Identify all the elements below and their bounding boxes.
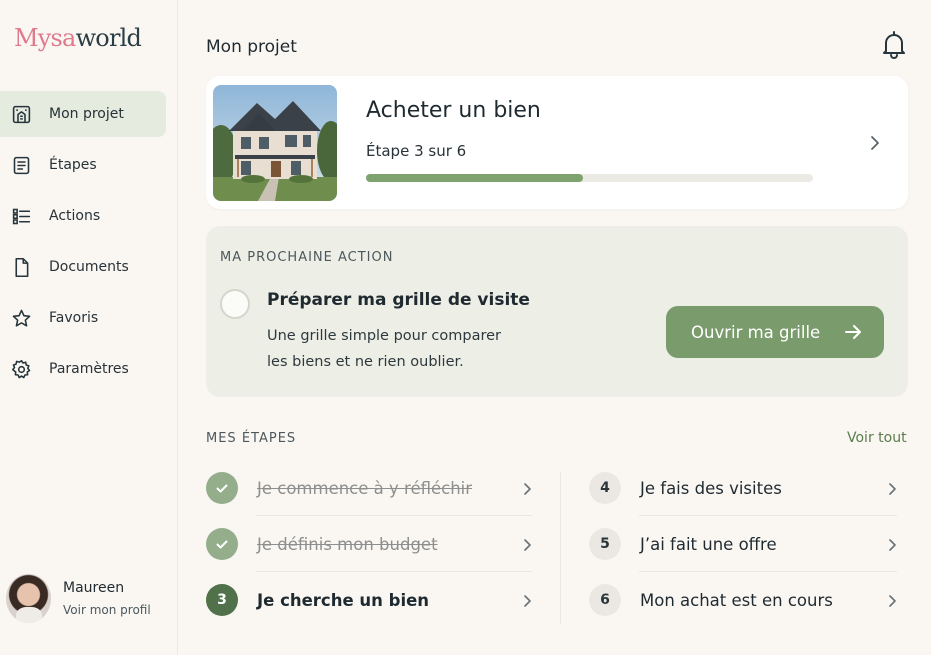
user-profile[interactable]: Maureen Voir mon profil bbox=[6, 574, 151, 623]
document-icon bbox=[10, 256, 32, 278]
step-number-badge: 5 bbox=[589, 528, 621, 560]
sidebar-item-label: Documents bbox=[49, 259, 129, 275]
profile-name: Maureen bbox=[63, 580, 125, 596]
project-progress-bar bbox=[366, 174, 813, 182]
step-row[interactable]: Je commence à y réfléchir bbox=[206, 460, 532, 516]
check-icon bbox=[206, 472, 238, 504]
sidebar-item-label: Étapes bbox=[49, 157, 97, 173]
page-title: Mon projet bbox=[206, 37, 297, 57]
sidebar-item-favoris[interactable]: Favoris bbox=[0, 295, 166, 341]
brand-logo[interactable]: Mysaworld bbox=[14, 24, 142, 52]
step-row[interactable]: 6 Mon achat est en cours bbox=[589, 572, 897, 628]
step-row[interactable]: Je définis mon budget bbox=[206, 516, 532, 572]
project-progress-fill bbox=[366, 174, 583, 182]
chevron-right-icon bbox=[887, 481, 897, 495]
step-row[interactable]: 4 Je fais des visites bbox=[589, 460, 897, 516]
project-step-text: Étape 3 sur 6 bbox=[366, 142, 467, 160]
chevron-right-icon bbox=[522, 537, 532, 551]
sidebar-item-etapes[interactable]: Étapes bbox=[0, 142, 166, 188]
sidebar: Mysaworld Mon projet Étapes Actions Docu… bbox=[0, 0, 178, 655]
house-photo bbox=[213, 85, 337, 201]
brand-logo-part1: Mysa bbox=[14, 24, 76, 52]
star-icon bbox=[10, 307, 32, 329]
steps-divider bbox=[560, 472, 561, 624]
step-label: Mon achat est en cours bbox=[640, 590, 833, 610]
checklist-icon bbox=[10, 154, 32, 176]
step-row[interactable]: 5 J’ai fait une offre bbox=[589, 516, 897, 572]
steps-section-label: MES ÉTAPES bbox=[206, 431, 297, 446]
next-action-title: Préparer ma grille de visite bbox=[267, 290, 530, 310]
arrow-right-icon bbox=[844, 323, 862, 341]
sidebar-item-parametres[interactable]: Paramètres bbox=[0, 346, 166, 392]
sidebar-item-label: Favoris bbox=[49, 310, 99, 326]
project-title: Acheter un bien bbox=[366, 98, 541, 123]
tasks-icon bbox=[10, 205, 32, 227]
chevron-right-icon bbox=[522, 593, 532, 607]
sidebar-item-label: Paramètres bbox=[49, 361, 129, 377]
step-label: Je définis mon budget bbox=[257, 534, 438, 554]
brand-logo-part2: world bbox=[75, 24, 142, 52]
step-label: Je cherche un bien bbox=[257, 590, 430, 610]
action-complete-checkbox[interactable] bbox=[220, 289, 250, 319]
chevron-right-icon bbox=[887, 593, 897, 607]
next-action-card: MA PROCHAINE ACTION Préparer ma grille d… bbox=[206, 226, 908, 397]
chevron-right-icon[interactable] bbox=[868, 134, 882, 152]
step-row[interactable]: 3 Je cherche un bien bbox=[206, 572, 532, 628]
next-action-description: Une grille simple pour comparer les bien… bbox=[267, 328, 502, 370]
chevron-right-icon bbox=[522, 481, 532, 495]
open-grid-button[interactable]: Ouvrir ma grille bbox=[666, 306, 884, 358]
sidebar-item-label: Mon projet bbox=[49, 106, 124, 122]
open-grid-button-label: Ouvrir ma grille bbox=[691, 322, 821, 342]
step-number-badge: 3 bbox=[206, 584, 238, 616]
sidebar-item-label: Actions bbox=[49, 208, 101, 224]
check-icon bbox=[206, 528, 238, 560]
step-label: J’ai fait une offre bbox=[640, 534, 777, 554]
step-number-badge: 4 bbox=[589, 472, 621, 504]
sidebar-nav: Mon projet Étapes Actions Documents Favo… bbox=[0, 91, 166, 397]
see-all-link[interactable]: Voir tout bbox=[847, 430, 907, 446]
sidebar-item-documents[interactable]: Documents bbox=[0, 244, 166, 290]
project-card[interactable]: Acheter un bien Étape 3 sur 6 bbox=[206, 76, 908, 209]
step-number-badge: 6 bbox=[589, 584, 621, 616]
step-label: Je fais des visites bbox=[640, 478, 782, 498]
sidebar-item-actions[interactable]: Actions bbox=[0, 193, 166, 239]
gear-icon bbox=[10, 358, 32, 380]
sidebar-item-mon-projet[interactable]: Mon projet bbox=[0, 91, 166, 137]
bell-icon[interactable] bbox=[880, 29, 908, 59]
next-action-section-label: MA PROCHAINE ACTION bbox=[220, 250, 394, 265]
step-label: Je commence à y réfléchir bbox=[257, 478, 473, 498]
profile-link[interactable]: Voir mon profil bbox=[63, 603, 151, 617]
building-icon bbox=[10, 103, 32, 125]
chevron-right-icon bbox=[887, 537, 897, 551]
avatar bbox=[6, 574, 51, 623]
